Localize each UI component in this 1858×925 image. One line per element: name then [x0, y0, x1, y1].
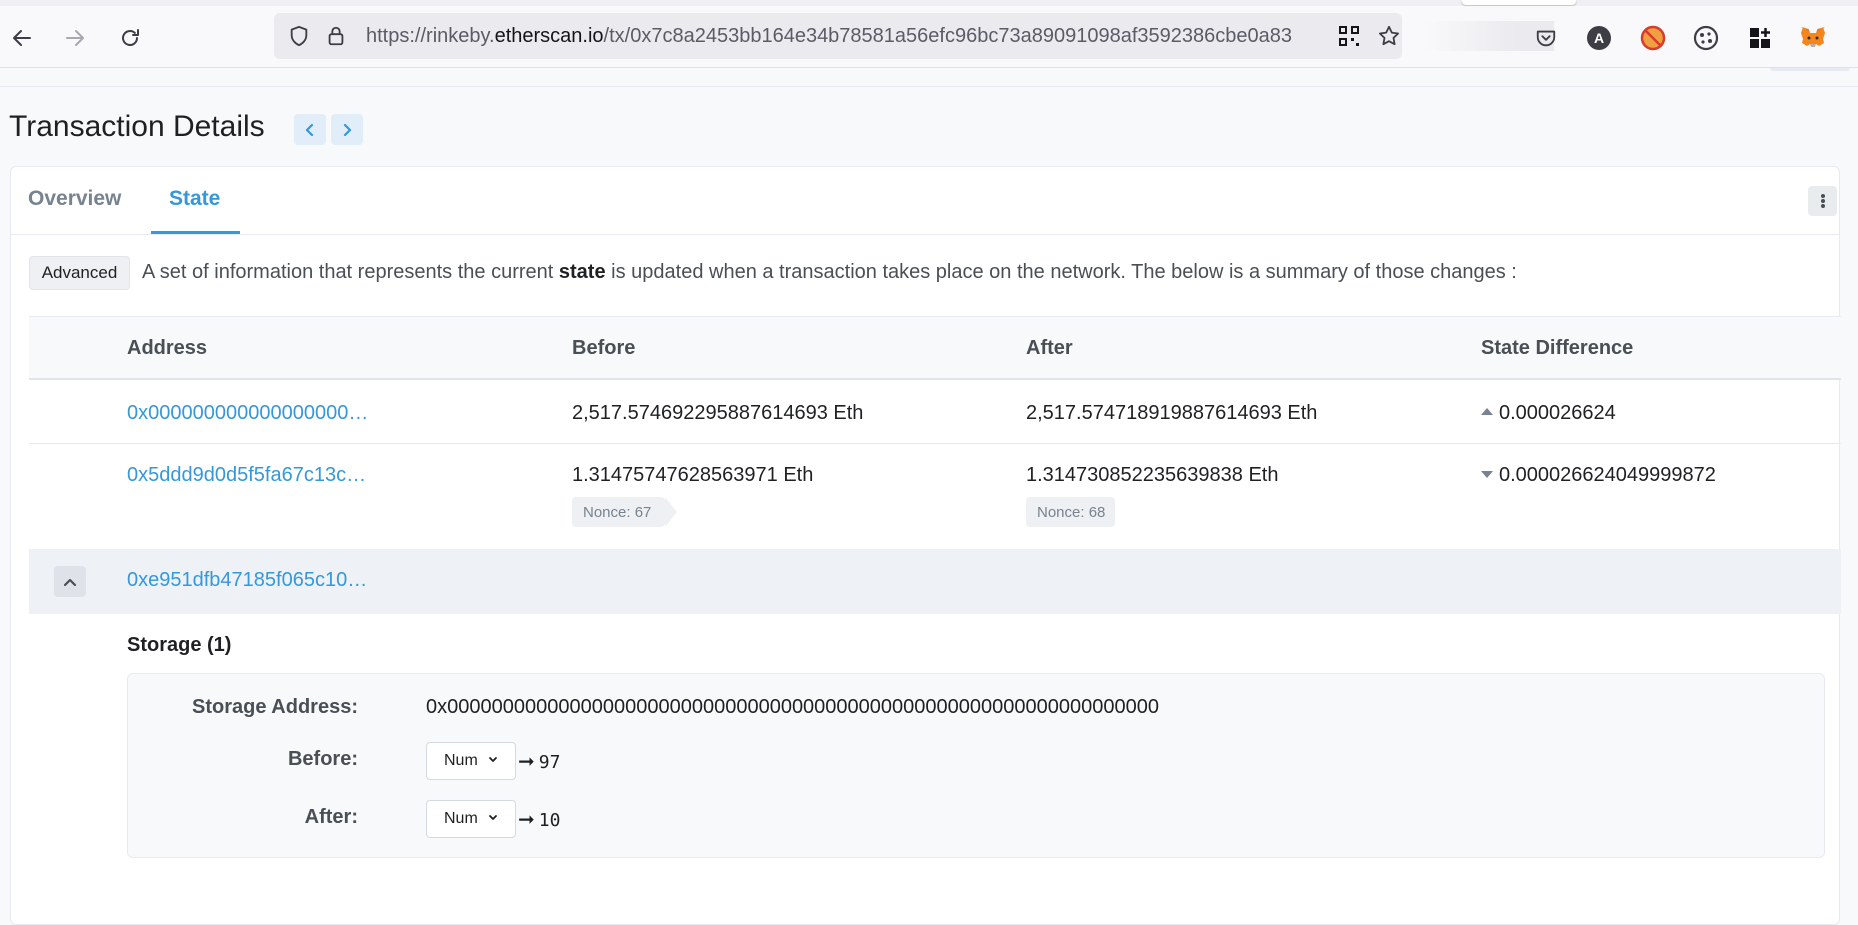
storage-panel: Storage Address: 0x000000000000000000000… [127, 673, 1825, 858]
before-format-value: Num [444, 752, 478, 769]
chevron-down-icon [489, 757, 497, 762]
storage-before-label: Before: [287, 748, 358, 770]
tab-state[interactable]: State [169, 187, 220, 211]
storage-before-value: ➞ 97 [518, 749, 561, 773]
storage-after-label: After: [304, 806, 358, 828]
tabs-divider [11, 234, 1839, 235]
advanced-button[interactable]: Advanced [29, 256, 130, 290]
state-table-header: Address Before After State Difference [29, 316, 1841, 380]
row-1-address-link[interactable]: 0x000000000000000000… [127, 402, 368, 425]
star-icon[interactable] [1374, 21, 1404, 51]
row-1-before: 2,517.574692295887614693 Eth [572, 402, 864, 424]
storage-after-value: ➞ 10 [518, 807, 561, 831]
expanded-row: 0xe951dfb47185f065c10… [29, 549, 1841, 614]
column-header-address: Address [127, 337, 208, 359]
blocked-extension-icon[interactable] [1637, 22, 1669, 54]
prev-transaction-button[interactable] [294, 114, 326, 145]
active-tab-highlight [1462, 0, 1576, 5]
column-header-state-difference: State Difference [1481, 337, 1634, 359]
row-1-difference: 0.000026624 [1481, 402, 1616, 425]
site-header-edge [0, 68, 1858, 87]
next-transaction-button[interactable] [331, 114, 363, 145]
transaction-card: Overview State Advanced A set of informa… [10, 166, 1841, 925]
row-2-after: 1.314730852235639838 Eth [1026, 464, 1279, 486]
browser-toolbar: https://rinkeby.etherscan.io/tx/0x7c8a24… [0, 6, 1858, 68]
chevron-up-icon [63, 578, 77, 586]
chevron-right-icon [343, 123, 352, 136]
arrow-right-icon: ➞ [518, 749, 535, 773]
column-header-before: Before [572, 337, 636, 359]
storage-title: Storage (1) [127, 634, 232, 656]
before-format-select[interactable]: Num [426, 742, 516, 780]
row-2-before: 1.31475747628563971 Eth [572, 464, 814, 486]
chevron-left-icon [305, 123, 314, 136]
extensions-icon[interactable] [1744, 22, 1776, 54]
url-bar[interactable]: https://rinkeby.etherscan.io/tx/0x7c8a24… [274, 13, 1554, 59]
row-2-address-link[interactable]: 0x5ddd9d0d5f5fa67c13c… [127, 464, 366, 487]
row-3-address-link[interactable]: 0xe951dfb47185f065c10… [127, 569, 367, 592]
tab-overview[interactable]: Overview [28, 187, 121, 211]
chevron-down-icon [489, 815, 497, 820]
nonce-before-badge: Nonce: 67 [572, 497, 677, 527]
cookie-icon[interactable] [1690, 22, 1722, 54]
metamask-icon[interactable] [1797, 22, 1829, 54]
arrow-right-icon: ➞ [518, 807, 535, 831]
kebab-menu-icon [1820, 194, 1825, 208]
lock-icon[interactable] [321, 21, 351, 51]
column-header-after: After [1026, 337, 1073, 359]
after-format-select[interactable]: Num [426, 800, 516, 838]
header-button-edge [1770, 68, 1850, 71]
storage-address-label: Storage Address: [192, 696, 358, 718]
state-description: A set of information that represents the… [142, 261, 1517, 283]
pocket-icon[interactable] [1530, 22, 1562, 54]
row-divider [29, 443, 1841, 444]
row-1-after: 2,517.574718919887614693 Eth [1026, 402, 1318, 424]
forward-icon[interactable] [55, 18, 95, 58]
increase-arrow-icon [1481, 408, 1493, 415]
row-2-difference: 0.000026624049999872 [1481, 464, 1716, 487]
url-text[interactable]: https://rinkeby.etherscan.io/tx/0x7c8a24… [366, 25, 1310, 49]
shield-icon[interactable] [284, 21, 314, 51]
collapse-row-button[interactable] [54, 566, 86, 597]
decrease-arrow-icon [1481, 471, 1493, 478]
reload-icon[interactable] [110, 18, 150, 58]
account-icon[interactable]: A [1583, 22, 1615, 54]
back-icon[interactable] [2, 18, 42, 58]
nonce-after-badge: Nonce: 68 [1026, 497, 1115, 527]
more-options-button[interactable] [1808, 186, 1837, 216]
page-title: Transaction Details [9, 110, 265, 143]
storage-address-value: 0x00000000000000000000000000000000000000… [426, 696, 1159, 718]
after-format-value: Num [444, 810, 478, 827]
qr-code-icon[interactable] [1334, 21, 1364, 51]
svg-text:A: A [1594, 30, 1604, 46]
